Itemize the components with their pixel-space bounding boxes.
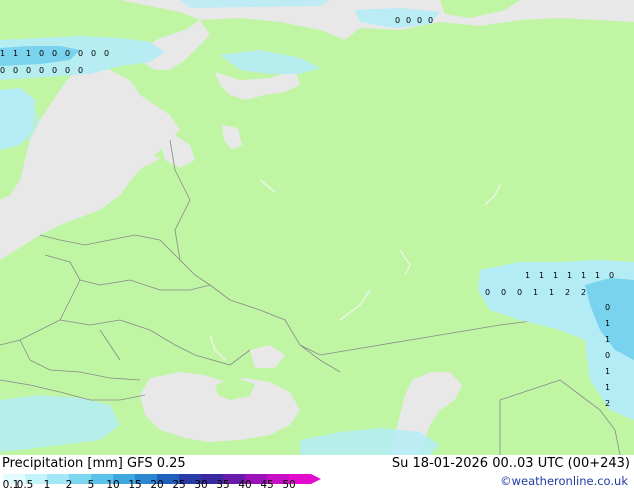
cell-value: 0 <box>417 16 422 25</box>
cell-value: 1 <box>605 319 610 328</box>
legend-tick: 5 <box>87 479 95 491</box>
legend-tick: 25 <box>172 479 186 491</box>
cell-value: 0 <box>104 49 109 58</box>
map-title: Precipitation [mm] GFS 0.25 <box>2 456 186 471</box>
legend-tick: 35 <box>216 479 230 491</box>
cell-value: 2 <box>581 288 586 297</box>
cell-value: 0 <box>428 16 433 25</box>
cell-value: 2 <box>565 288 570 297</box>
cell-value: 0 <box>605 351 610 360</box>
map-root: 1110000000000000000011111100001122011011… <box>0 0 634 491</box>
cell-value: 0 <box>517 288 522 297</box>
cell-value: 0 <box>52 66 57 75</box>
legend-tick: 30 <box>194 479 208 491</box>
cell-value: 2 <box>605 399 610 408</box>
cell-value: 0 <box>485 288 490 297</box>
cell-value: 0 <box>65 49 70 58</box>
cell-value: 1 <box>26 49 31 58</box>
cell-value: 0 <box>91 49 96 58</box>
cell-value: 1 <box>533 288 538 297</box>
legend-tick: 0.5 <box>16 479 34 491</box>
credit-link[interactable]: ©weatheronline.co.uk <box>500 474 628 489</box>
cell-value: 0 <box>406 16 411 25</box>
precipitation-map: 1 1 1 0 0 0 0 0 00 0 0 0 0 0 00 0 0 01 1 1 1 1 1 00 0 0 1 1 2 2011011… <box>0 0 634 455</box>
cell-value: 0 <box>26 66 31 75</box>
legend-tick: 10 <box>106 479 120 491</box>
cell-value: 0 <box>39 49 44 58</box>
legend-tick: 20 <box>150 479 164 491</box>
legend-tick: 1 <box>43 479 51 491</box>
footer: Precipitation [mm] GFS 0.25 Su 18-01-202… <box>0 455 634 491</box>
legend-tick: 15 <box>128 479 142 491</box>
cell-value: 0 <box>501 288 506 297</box>
cell-value: 0 <box>52 49 57 58</box>
legend-tick: 40 <box>238 479 252 491</box>
cell-value: 0 <box>13 66 18 75</box>
cell-value: 0 <box>78 49 83 58</box>
legend-arrow <box>311 474 321 484</box>
cell-value: 0 <box>605 303 610 312</box>
cell-value: 0 <box>65 66 70 75</box>
valid-time: Su 18-01-2026 00..03 UTC (00+243) <box>391 456 630 471</box>
cell-value: 0 <box>609 271 614 280</box>
cell-value: 1 <box>539 271 544 280</box>
cell-value: 1 <box>525 271 530 280</box>
cell-value: 1 <box>567 271 572 280</box>
cell-value: 1 <box>581 271 586 280</box>
cell-value: 0 <box>395 16 400 25</box>
cell-value: 1 <box>595 271 600 280</box>
cell-value: 1 <box>13 49 18 58</box>
cell-value: 1 <box>0 49 5 58</box>
cell-value: 0 <box>39 66 44 75</box>
legend-tick: 50 <box>282 479 296 491</box>
cell-value: 1 <box>605 367 610 376</box>
cell-value: 0 <box>0 66 5 75</box>
cell-value: 1 <box>553 271 558 280</box>
legend-tick: 2 <box>65 479 73 491</box>
cell-value: 1 <box>605 335 610 344</box>
legend-tick: 45 <box>260 479 274 491</box>
cell-value: 1 <box>549 288 554 297</box>
cell-value: 1 <box>605 383 610 392</box>
cell-value: 0 <box>78 66 83 75</box>
